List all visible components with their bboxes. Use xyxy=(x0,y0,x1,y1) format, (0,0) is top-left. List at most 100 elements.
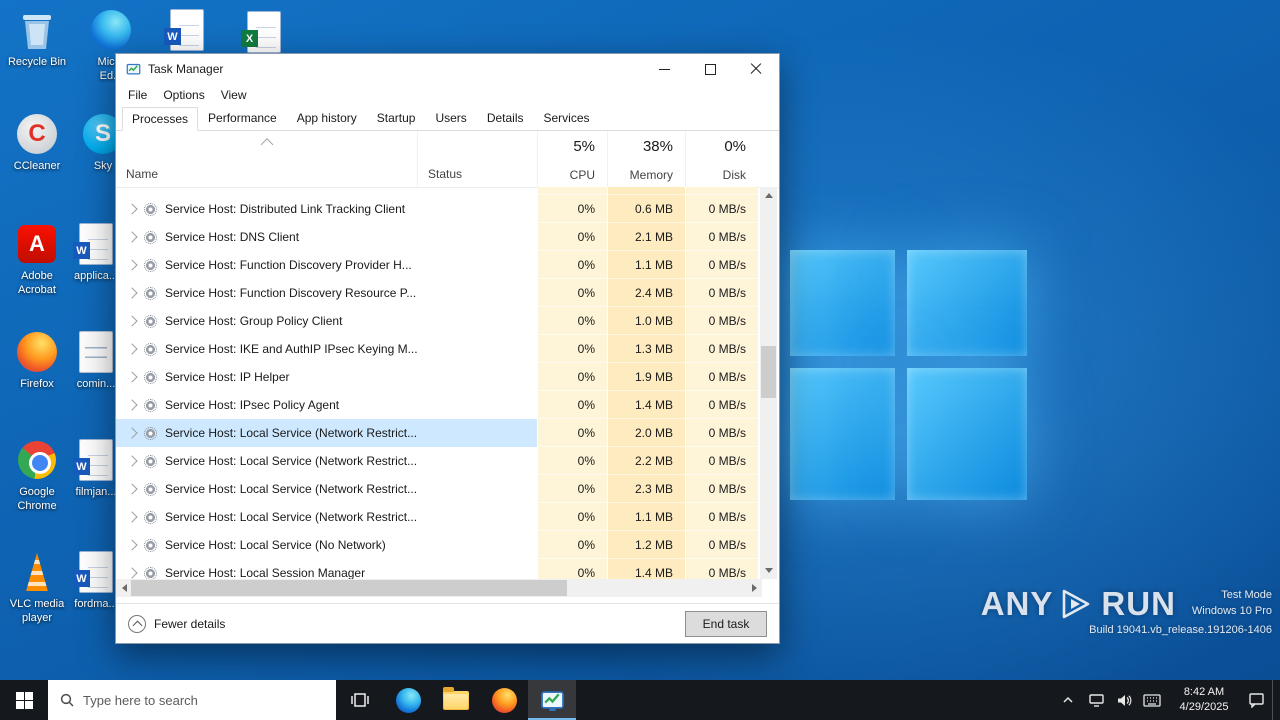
process-row[interactable]: Service Host: DNS Client 0% 2.1 MB 0 MB/… xyxy=(116,223,762,251)
menu-item[interactable]: File xyxy=(120,86,155,104)
memory-total-percent: 38% xyxy=(642,138,673,155)
process-row[interactable]: Service Host: Local Session Manager 0% 1… xyxy=(116,559,762,579)
task-view-button[interactable] xyxy=(336,680,384,720)
process-row[interactable]: Service Host: Function Discovery Provide… xyxy=(116,251,762,279)
process-row[interactable]: Service Host: Distributed Link Tracking … xyxy=(116,195,762,223)
word-document-icon: W xyxy=(73,439,113,481)
expand-chevron-icon[interactable] xyxy=(126,203,138,215)
expand-chevron-icon[interactable] xyxy=(126,539,138,551)
vertical-scroll-thumb[interactable] xyxy=(761,346,776,398)
process-row[interactable]: Service Host: Local Service (Network Res… xyxy=(116,419,762,447)
process-name-cell: Service Host: Local Service (Network Res… xyxy=(116,475,417,503)
process-memory: 2.3 MB xyxy=(607,475,685,503)
desktop-icon-excel-file[interactable]: X xyxy=(229,10,299,58)
expand-chevron-icon[interactable] xyxy=(126,483,138,495)
icon-label: comin... xyxy=(76,378,116,390)
end-task-button[interactable]: End task xyxy=(685,610,767,637)
menu-item[interactable]: Options xyxy=(155,86,212,104)
process-disk: 0 MB/s xyxy=(685,223,758,251)
process-row[interactable]: Service Host: Local Service (Network Res… xyxy=(116,503,762,531)
expand-chevron-icon[interactable] xyxy=(126,455,138,467)
process-row[interactable]: Service Host: Local Service (Network Res… xyxy=(116,447,762,475)
window-title: Task Manager xyxy=(148,62,224,76)
start-button[interactable] xyxy=(0,680,48,720)
title-bar[interactable]: Task Manager xyxy=(116,54,779,84)
process-name-cell: Service Host: Function Discovery Provide… xyxy=(116,251,417,279)
desktop-icon-ccleaner[interactable]: C CCleaner xyxy=(2,112,72,174)
process-row[interactable]: Service Host: Local Service (Network Res… xyxy=(116,475,762,503)
process-row[interactable]: Service Host: IP Helper 0% 1.9 MB 0 MB/s xyxy=(116,363,762,391)
icon-label: CCleaner xyxy=(13,160,61,172)
touch-keyboard-button[interactable] xyxy=(1140,680,1164,720)
desktop-icon-word-file[interactable]: W xyxy=(152,8,222,56)
maximize-icon xyxy=(704,63,716,75)
process-row[interactable]: Service Host: Local Service (No Network)… xyxy=(116,531,762,559)
expand-chevron-icon[interactable] xyxy=(126,567,138,579)
expand-chevron-icon[interactable] xyxy=(126,287,138,299)
expand-chevron-icon[interactable] xyxy=(126,315,138,327)
scroll-left-arrow[interactable] xyxy=(116,579,132,597)
column-name[interactable]: Name xyxy=(116,131,417,187)
process-name-cell: Service Host: IKE and AuthIP IPsec Keyin… xyxy=(116,335,417,363)
action-center-button[interactable] xyxy=(1244,680,1268,720)
tab[interactable]: Startup xyxy=(367,106,426,130)
excel-document-icon: X xyxy=(241,11,281,53)
expand-chevron-icon[interactable] xyxy=(126,371,138,383)
process-name: Service Host: Local Service (Network Res… xyxy=(165,454,417,468)
process-row[interactable]: Service Host: IPsec Policy Agent 0% 1.4 … xyxy=(116,391,762,419)
network-tray-button[interactable] xyxy=(1084,680,1108,720)
tab[interactable]: Processes xyxy=(122,107,199,131)
show-desktop-button[interactable] xyxy=(1272,680,1278,720)
process-name-cell: Service Host: Distributed Link Tracking … xyxy=(116,195,417,223)
process-status xyxy=(417,251,537,279)
tab[interactable]: Services xyxy=(534,106,600,130)
desktop-icon-recycle-bin[interactable]: Recycle Bin xyxy=(2,8,72,70)
expand-chevron-icon[interactable] xyxy=(126,259,138,271)
system-tray: 8:42 AM 4/29/2025 xyxy=(1056,680,1280,720)
column-status[interactable]: Status xyxy=(417,131,537,187)
scroll-up-arrow[interactable] xyxy=(760,187,777,204)
column-cpu[interactable]: 5% CPU xyxy=(537,131,607,187)
expand-chevron-icon[interactable] xyxy=(126,399,138,411)
recycle-bin-icon xyxy=(15,8,59,52)
close-button[interactable] xyxy=(733,54,779,84)
taskbar-file-explorer[interactable] xyxy=(432,680,480,720)
maximize-button[interactable] xyxy=(687,54,733,84)
expand-chevron-icon[interactable] xyxy=(126,231,138,243)
expand-chevron-icon[interactable] xyxy=(126,511,138,523)
tab[interactable]: Users xyxy=(425,106,476,130)
horizontal-scroll-thumb[interactable] xyxy=(131,580,567,596)
tab[interactable]: App history xyxy=(287,106,367,130)
tab[interactable]: Details xyxy=(477,106,534,130)
ccleaner-icon: C xyxy=(17,114,57,154)
process-row[interactable]: Service Host: Group Policy Client 0% 1.0… xyxy=(116,307,762,335)
column-disk[interactable]: 0% Disk xyxy=(685,131,758,187)
scroll-right-arrow[interactable] xyxy=(746,579,762,597)
process-row[interactable]: Service Host: Function Discovery Resourc… xyxy=(116,279,762,307)
fewer-details-toggle[interactable]: Fewer details xyxy=(128,614,225,633)
horizontal-scrollbar[interactable] xyxy=(116,579,762,597)
process-disk: 0 MB/s xyxy=(685,195,758,223)
expand-chevron-icon[interactable] xyxy=(126,343,138,355)
clock-time: 8:42 AM xyxy=(1183,686,1225,699)
volume-tray-button[interactable] xyxy=(1112,680,1136,720)
taskbar-clock[interactable]: 8:42 AM 4/29/2025 xyxy=(1168,685,1240,715)
taskbar-task-manager[interactable] xyxy=(528,680,576,720)
process-name-cell: Service Host: Local Session Manager xyxy=(116,559,417,579)
hidden-icons-button[interactable] xyxy=(1056,680,1080,720)
taskbar-firefox[interactable] xyxy=(480,680,528,720)
process-memory: 1.0 MB xyxy=(607,307,685,335)
vertical-scrollbar[interactable] xyxy=(760,187,777,579)
taskbar-search[interactable]: Type here to search xyxy=(48,680,336,720)
process-row[interactable]: Service Host: IKE and AuthIP IPsec Keyin… xyxy=(116,335,762,363)
minimize-button[interactable] xyxy=(641,54,687,84)
word-document-icon: W xyxy=(73,551,113,593)
menu-item[interactable]: View xyxy=(213,86,255,104)
taskbar-edge[interactable] xyxy=(384,680,432,720)
column-memory[interactable]: 38% Memory xyxy=(607,131,685,187)
service-gear-icon xyxy=(144,426,157,440)
scroll-down-arrow[interactable] xyxy=(760,562,777,579)
process-name: Service Host: Distributed Link Tracking … xyxy=(165,202,406,216)
expand-chevron-icon[interactable] xyxy=(126,427,138,439)
tab[interactable]: Performance xyxy=(198,106,287,130)
